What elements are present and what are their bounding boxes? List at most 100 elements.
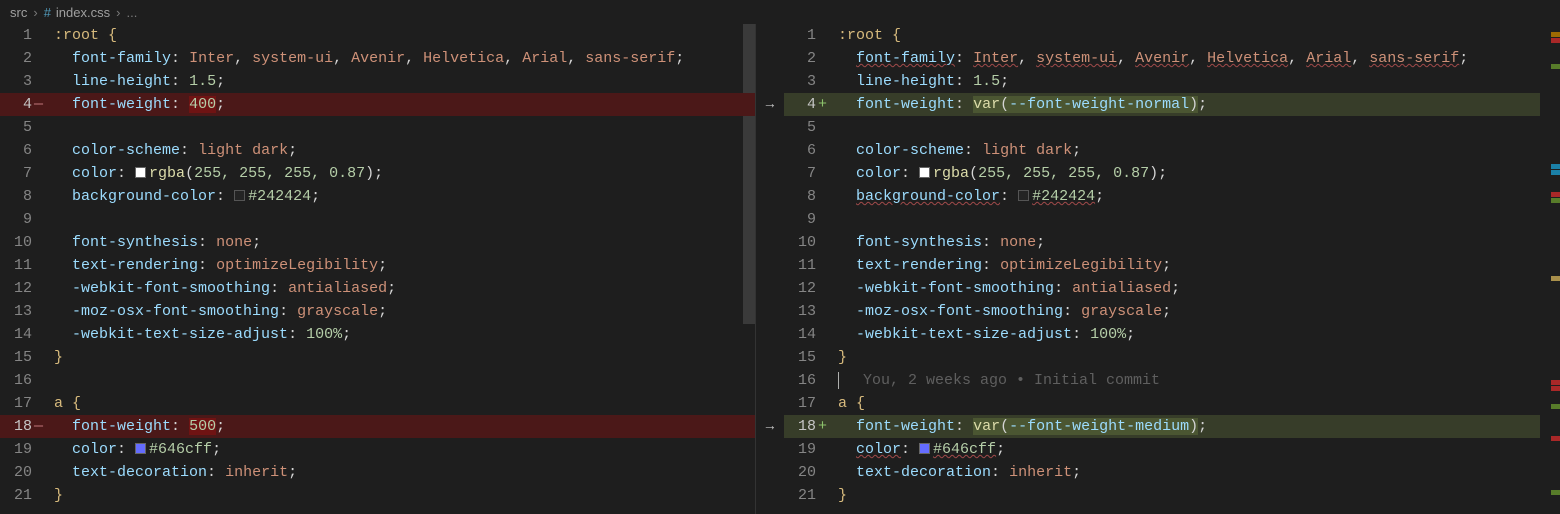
code-line[interactable]: 5: [784, 116, 1540, 139]
line-number[interactable]: 14: [784, 323, 832, 346]
code-line[interactable]: 4 font-weight: var(--font-weight-normal)…: [784, 93, 1540, 116]
code-content[interactable]: a {: [48, 392, 755, 415]
line-number[interactable]: 11: [0, 254, 48, 277]
line-number[interactable]: 16: [0, 369, 48, 392]
diff-arrow-icon[interactable]: [756, 70, 784, 93]
code-line[interactable]: 3 line-height: 1.5;: [0, 70, 755, 93]
code-content[interactable]: font-family: Inter, system-ui, Avenir, H…: [832, 47, 1540, 70]
code-line[interactable]: 16: [0, 369, 755, 392]
diff-pane-modified[interactable]: 1:root {2 font-family: Inter, system-ui,…: [784, 24, 1540, 514]
overview-mark[interactable]: [1551, 436, 1560, 441]
code-line[interactable]: 6 color-scheme: light dark;: [0, 139, 755, 162]
line-number[interactable]: 12: [784, 277, 832, 300]
code-line[interactable]: 9: [0, 208, 755, 231]
line-number[interactable]: 17: [784, 392, 832, 415]
diff-editor[interactable]: 1:root { 2 font-family: Inter, system-ui,…: [0, 24, 1560, 514]
code-content[interactable]: You, 2 weeks ago • Initial commit: [832, 369, 1540, 392]
code-line[interactable]: 10 font-synthesis: none;: [784, 231, 1540, 254]
overview-ruler[interactable]: [1540, 24, 1560, 514]
diff-arrow-icon[interactable]: [756, 277, 784, 300]
code-line[interactable]: 4 font-weight: 400;: [0, 93, 755, 116]
code-content[interactable]: font-weight: var(--font-weight-medium);: [832, 415, 1540, 438]
diff-arrow-icon[interactable]: [756, 24, 784, 47]
line-number[interactable]: 20: [0, 461, 48, 484]
code-content[interactable]: [832, 116, 1540, 139]
code-line[interactable]: 20 text-decoration: inherit;: [0, 461, 755, 484]
line-number[interactable]: 6: [0, 139, 48, 162]
code-line[interactable]: 8 background-color: #242424;: [0, 185, 755, 208]
overview-mark[interactable]: [1551, 380, 1560, 385]
code-content[interactable]: }: [832, 346, 1540, 369]
code-line[interactable]: 1:root {: [784, 24, 1540, 47]
diff-arrow-icon[interactable]: [756, 116, 784, 139]
line-number[interactable]: 9: [784, 208, 832, 231]
line-number[interactable]: 3: [784, 70, 832, 93]
line-number[interactable]: 18: [0, 415, 48, 438]
line-number[interactable]: 13: [0, 300, 48, 323]
diff-arrow-icon[interactable]: [756, 346, 784, 369]
code-content[interactable]: font-weight: 400;: [48, 93, 755, 116]
code-content[interactable]: color: #646cff;: [48, 438, 755, 461]
code-line[interactable]: 15}: [784, 346, 1540, 369]
line-number[interactable]: 19: [0, 438, 48, 461]
code-content[interactable]: }: [48, 346, 755, 369]
code-line[interactable]: 21}: [784, 484, 1540, 507]
color-swatch-icon[interactable]: [919, 167, 930, 178]
line-number[interactable]: 11: [784, 254, 832, 277]
code-content[interactable]: [832, 208, 1540, 231]
code-line[interactable]: 21}: [0, 484, 755, 507]
color-swatch-icon[interactable]: [135, 443, 146, 454]
line-number[interactable]: 14: [0, 323, 48, 346]
code-content[interactable]: -webkit-font-smoothing: antialiased;: [48, 277, 755, 300]
code-content[interactable]: :root {: [48, 24, 755, 47]
overview-mark[interactable]: [1551, 276, 1560, 281]
breadcrumb-file[interactable]: index.css: [56, 5, 110, 20]
line-number[interactable]: 9: [0, 208, 48, 231]
line-number[interactable]: 16: [784, 369, 832, 392]
code-content[interactable]: background-color: #242424;: [832, 185, 1540, 208]
code-line[interactable]: 19 color: #646cff;: [784, 438, 1540, 461]
code-line[interactable]: 11 text-rendering: optimizeLegibility;: [0, 254, 755, 277]
overview-mark[interactable]: [1551, 164, 1560, 169]
code-content[interactable]: color-scheme: light dark;: [48, 139, 755, 162]
line-number[interactable]: 7: [0, 162, 48, 185]
code-line[interactable]: 16You, 2 weeks ago • Initial commit: [784, 369, 1540, 392]
line-number[interactable]: 5: [784, 116, 832, 139]
code-content[interactable]: a {: [832, 392, 1540, 415]
code-line[interactable]: 2 font-family: Inter, system-ui, Avenir,…: [0, 47, 755, 70]
code-content[interactable]: [48, 116, 755, 139]
code-line[interactable]: 10 font-synthesis: none;: [0, 231, 755, 254]
code-content[interactable]: text-rendering: optimizeLegibility;: [48, 254, 755, 277]
code-content[interactable]: background-color: #242424;: [48, 185, 755, 208]
line-number[interactable]: 17: [0, 392, 48, 415]
code-line[interactable]: 17a {: [784, 392, 1540, 415]
code-content[interactable]: -moz-osx-font-smoothing: grayscale;: [48, 300, 755, 323]
diff-arrow-icon[interactable]: [756, 231, 784, 254]
diff-arrow-icon[interactable]: [756, 392, 784, 415]
line-number[interactable]: 18: [784, 415, 832, 438]
code-line[interactable]: 5: [0, 116, 755, 139]
overview-mark[interactable]: [1551, 490, 1560, 495]
line-number[interactable]: 21: [0, 484, 48, 507]
code-content[interactable]: font-synthesis: none;: [48, 231, 755, 254]
code-content[interactable]: color: rgba(255, 255, 255, 0.87);: [48, 162, 755, 185]
code-content[interactable]: text-decoration: inherit;: [48, 461, 755, 484]
color-swatch-icon[interactable]: [919, 443, 930, 454]
code-line[interactable]: 12 -webkit-font-smoothing: antialiased;: [784, 277, 1540, 300]
code-content[interactable]: font-synthesis: none;: [832, 231, 1540, 254]
diff-arrow-icon[interactable]: [756, 300, 784, 323]
diff-arrow-icon[interactable]: [756, 323, 784, 346]
code-line[interactable]: 19 color: #646cff;: [0, 438, 755, 461]
color-swatch-icon[interactable]: [1018, 190, 1029, 201]
line-number[interactable]: 3: [0, 70, 48, 93]
line-number[interactable]: 19: [784, 438, 832, 461]
code-line[interactable]: 13 -moz-osx-font-smoothing: grayscale;: [0, 300, 755, 323]
code-content[interactable]: }: [48, 484, 755, 507]
overview-mark[interactable]: [1551, 386, 1560, 391]
code-line[interactable]: 18 font-weight: var(--font-weight-medium…: [784, 415, 1540, 438]
code-content[interactable]: text-decoration: inherit;: [832, 461, 1540, 484]
line-number[interactable]: 2: [0, 47, 48, 70]
code-line[interactable]: 6 color-scheme: light dark;: [784, 139, 1540, 162]
code-content[interactable]: -webkit-text-size-adjust: 100%;: [832, 323, 1540, 346]
code-line[interactable]: 9: [784, 208, 1540, 231]
